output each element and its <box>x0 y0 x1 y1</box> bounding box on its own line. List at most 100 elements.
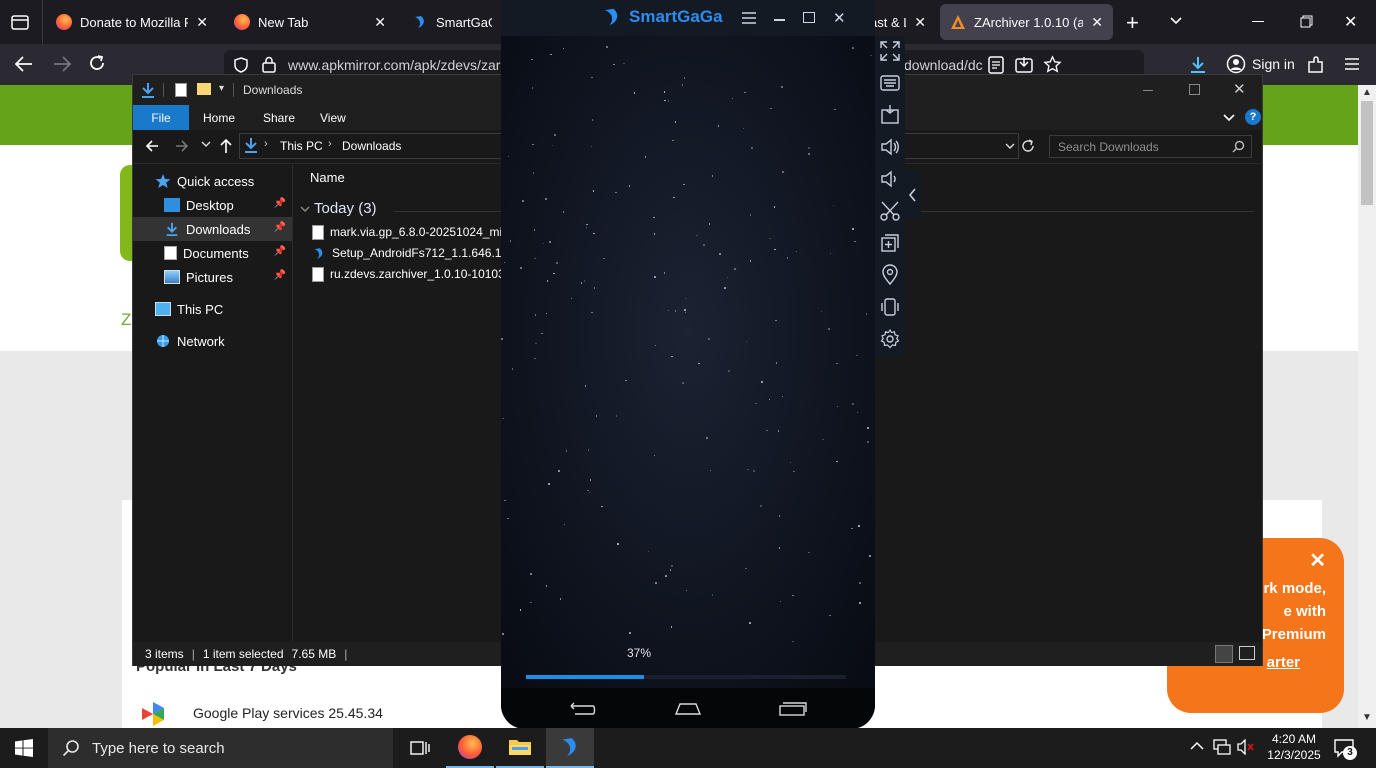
nav-quick-access[interactable]: Quick access <box>133 169 292 193</box>
taskbar-clock[interactable]: 4:20 AM 12/3/2025 <box>1262 731 1326 763</box>
close-window-icon[interactable]: ✕ <box>1344 12 1357 32</box>
forward-icon[interactable] <box>52 55 72 73</box>
new-tab-icon[interactable]: + <box>1126 10 1139 36</box>
sign-in-button[interactable]: Sign in <box>1226 54 1295 74</box>
hamburger-menu-icon[interactable] <box>741 12 757 24</box>
back-icon[interactable] <box>14 55 34 73</box>
close-tab-icon[interactable]: ✕ <box>374 14 386 31</box>
collapse-sidebar-icon[interactable] <box>905 170 921 220</box>
nav-desktop[interactable]: Desktop 📌 <box>133 193 292 217</box>
properties-icon[interactable] <box>175 83 187 97</box>
tab-zarchiver[interactable]: ZArchiver 1.0.10 (arm64) ✕ <box>940 4 1113 40</box>
bookmark-star-icon[interactable] <box>1043 55 1062 74</box>
save-to-pocket-icon[interactable] <box>1015 56 1033 74</box>
reader-view-icon[interactable] <box>988 56 1004 74</box>
settings-gear-icon[interactable] <box>879 328 901 350</box>
details-view-icon[interactable] <box>1215 645 1233 663</box>
downloads-icon[interactable] <box>1188 55 1208 75</box>
android-recents-icon[interactable] <box>779 702 807 716</box>
close-tab-icon[interactable]: ✕ <box>1091 14 1103 31</box>
maximize-icon[interactable] <box>803 12 815 23</box>
expand-ribbon-icon[interactable] <box>1223 111 1235 123</box>
breadcrumb-this-pc[interactable]: This PC <box>280 139 323 153</box>
screenshot-scissors-icon[interactable] <box>879 200 901 222</box>
ribbon-share-tab[interactable]: Share <box>263 111 295 125</box>
minimize-icon[interactable] <box>774 19 785 21</box>
recent-locations-icon[interactable] <box>201 139 211 149</box>
tab-smartgaga-download[interactable]: SmartGaGa Download <box>402 4 502 40</box>
new-folder-icon[interactable] <box>197 83 211 95</box>
close-tab-icon[interactable]: ✕ <box>196 14 208 31</box>
minimize-icon[interactable] <box>1252 21 1264 22</box>
shake-icon[interactable] <box>879 296 901 318</box>
forward-icon[interactable] <box>175 139 189 153</box>
task-view-icon[interactable] <box>396 728 444 768</box>
nav-downloads[interactable]: Downloads 📌 <box>133 217 292 241</box>
multi-instance-icon[interactable] <box>879 232 901 254</box>
maximize-icon[interactable] <box>1189 84 1200 95</box>
ribbon-file-tab[interactable]: File <box>133 105 189 130</box>
file-row[interactable]: ru.zdevs.zarchiver_1.0.10-101030 <box>312 264 511 284</box>
network-status-icon[interactable] <box>1213 739 1231 755</box>
pin-icon[interactable]: 📌 <box>274 246 286 257</box>
extensions-icon[interactable] <box>1306 55 1326 75</box>
column-header-name[interactable]: Name <box>310 170 345 185</box>
android-screen[interactable] <box>501 36 875 688</box>
close-icon[interactable]: ✕ <box>833 9 846 27</box>
help-icon[interactable]: ? <box>1245 109 1261 125</box>
customize-quick-access-icon[interactable]: ▾ <box>219 83 224 94</box>
nav-pictures[interactable]: Pictures 📌 <box>133 265 292 289</box>
keyboard-icon[interactable] <box>879 72 901 94</box>
lock-icon[interactable] <box>262 56 276 73</box>
restore-icon[interactable] <box>1300 15 1313 28</box>
file-row[interactable]: Setup_AndroidFs712_1.1.646.1 <box>312 243 501 263</box>
reload-icon[interactable] <box>88 54 106 72</box>
up-icon[interactable] <box>219 138 233 154</box>
breadcrumb-downloads[interactable]: Downloads <box>342 139 401 153</box>
page-scrollbar[interactable]: ▲ ▼ <box>1358 85 1376 728</box>
minimize-icon[interactable] <box>1143 90 1153 91</box>
menu-icon[interactable] <box>1344 57 1360 71</box>
shield-icon[interactable] <box>234 57 248 73</box>
ribbon-home-tab[interactable]: Home <box>203 111 235 125</box>
fullscreen-icon[interactable] <box>879 40 901 62</box>
nav-network[interactable]: Network <box>133 329 292 353</box>
back-icon[interactable] <box>145 139 159 153</box>
chevron-down-icon[interactable] <box>1168 12 1184 28</box>
close-icon[interactable]: ✕ <box>1233 80 1246 98</box>
tab-list-icon[interactable] <box>10 12 30 32</box>
nav-documents[interactable]: Documents 📌 <box>133 241 292 265</box>
notifications-icon[interactable]: 3 <box>1334 738 1357 760</box>
address-dropdown-icon[interactable] <box>1005 141 1015 151</box>
tab-donate-mozilla[interactable]: Donate to Mozilla Foundation ✕ <box>46 4 218 40</box>
taskbar-firefox[interactable] <box>446 728 494 768</box>
pin-icon[interactable]: 📌 <box>274 270 286 281</box>
android-back-icon[interactable] <box>569 702 597 716</box>
close-tab-icon[interactable]: ✕ <box>914 14 926 31</box>
taskbar-file-explorer[interactable] <box>496 728 544 768</box>
tab-new-tab[interactable]: New Tab ✕ <box>224 4 396 40</box>
close-promo-icon[interactable]: ✕ <box>1309 548 1326 573</box>
large-icons-view-icon[interactable] <box>1239 646 1255 660</box>
promo-cta-link[interactable]: arter <box>1267 654 1300 671</box>
volume-down-icon[interactable] <box>879 168 901 190</box>
taskbar-smartgaga[interactable] <box>546 728 594 768</box>
windows-start-icon[interactable] <box>15 739 33 757</box>
search-input[interactable]: Search Downloads <box>1049 135 1252 158</box>
scroll-down-icon[interactable]: ▼ <box>1362 712 1372 723</box>
chevron-down-icon[interactable] <box>300 204 310 214</box>
pin-icon[interactable]: 📌 <box>274 222 286 233</box>
nav-this-pc[interactable]: This PC <box>133 297 292 321</box>
ribbon-view-tab[interactable]: View <box>320 111 346 125</box>
taskbar-search-box[interactable]: Type here to search <box>48 728 393 768</box>
file-row[interactable]: mark.via.gp_6.8.0-20251024_min <box>312 222 509 242</box>
app-link[interactable]: Google Play services 25.45.34 <box>193 705 383 721</box>
apk-install-icon[interactable] <box>879 104 901 126</box>
android-home-icon[interactable] <box>674 702 702 716</box>
refresh-icon[interactable] <box>1021 139 1035 153</box>
show-hidden-icons-icon[interactable] <box>1190 741 1204 751</box>
scroll-up-icon[interactable]: ▲ <box>1362 87 1372 98</box>
pin-icon[interactable]: 📌 <box>274 198 286 209</box>
volume-up-icon[interactable] <box>879 136 901 158</box>
group-header[interactable]: Today (3) <box>314 200 377 217</box>
